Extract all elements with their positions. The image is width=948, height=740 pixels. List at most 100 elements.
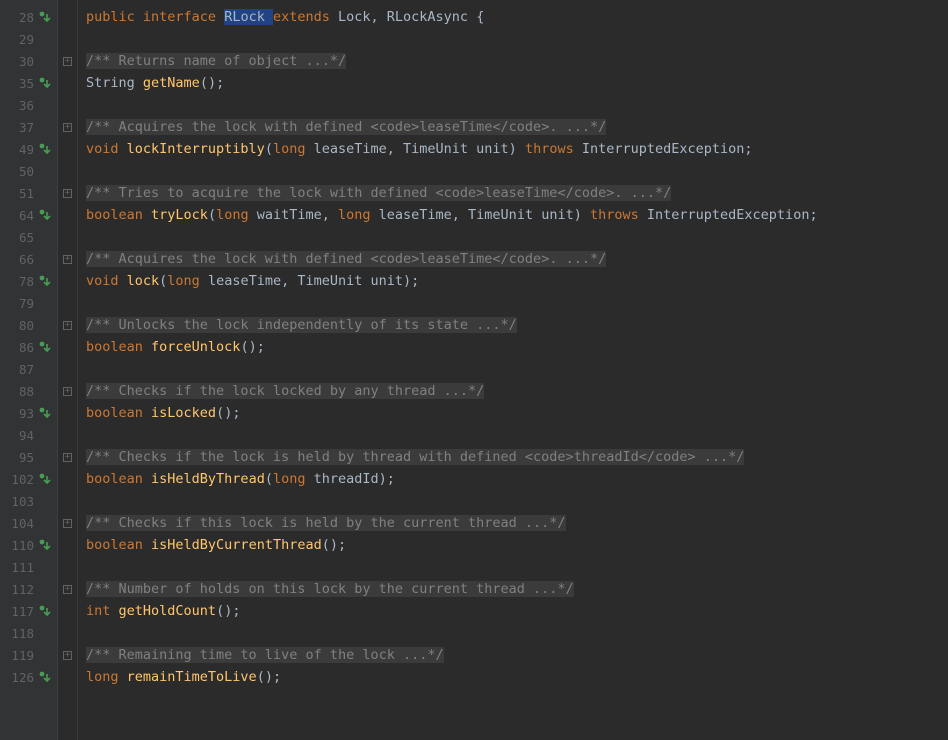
gutter-marker[interactable]	[37, 209, 53, 221]
gutter-row[interactable]: 37	[0, 116, 57, 138]
fold-row[interactable]: +	[58, 512, 77, 534]
code-line[interactable]: /** Unlocks the lock independently of it…	[86, 314, 948, 336]
code-line[interactable]	[86, 292, 948, 314]
gutter-marker[interactable]	[37, 605, 53, 617]
code-line[interactable]	[86, 28, 948, 50]
fold-expand-icon[interactable]: +	[63, 57, 72, 66]
fold-expand-icon[interactable]: +	[63, 189, 72, 198]
gutter-row[interactable]: 103	[0, 490, 57, 512]
gutter-row[interactable]: 30	[0, 50, 57, 72]
fold-row[interactable]: +	[58, 314, 77, 336]
gutter-row[interactable]: 64	[0, 204, 57, 226]
implementations-icon[interactable]	[39, 143, 51, 155]
gutter-row[interactable]: 94	[0, 424, 57, 446]
fold-expand-icon[interactable]: +	[63, 453, 72, 462]
code-line[interactable]: /** Checks if the lock is held by thread…	[86, 446, 948, 468]
code-line[interactable]	[86, 160, 948, 182]
fold-row[interactable]: +	[58, 248, 77, 270]
gutter-marker[interactable]	[37, 539, 53, 551]
code-line[interactable]	[86, 490, 948, 512]
gutter-marker[interactable]	[37, 77, 53, 89]
code-line[interactable]: /** Acquires the lock with defined <code…	[86, 116, 948, 138]
implementations-icon[interactable]	[39, 341, 51, 353]
gutter-marker[interactable]	[37, 11, 53, 23]
code-line[interactable]	[86, 226, 948, 248]
implementations-icon[interactable]	[39, 11, 51, 23]
code-line[interactable]	[86, 358, 948, 380]
implementations-icon[interactable]	[39, 671, 51, 683]
gutter-row[interactable]: 35	[0, 72, 57, 94]
fold-row[interactable]: +	[58, 182, 77, 204]
code-line[interactable]: void lockInterruptibly(long leaseTime, T…	[86, 138, 948, 160]
fold-expand-icon[interactable]: +	[63, 123, 72, 132]
gutter-row[interactable]: 50	[0, 160, 57, 182]
implementations-icon[interactable]	[39, 605, 51, 617]
gutter-marker[interactable]	[37, 671, 53, 683]
code-line[interactable]: /** Checks if the lock locked by any thr…	[86, 380, 948, 402]
gutter-row[interactable]: 95	[0, 446, 57, 468]
gutter-row[interactable]: 112	[0, 578, 57, 600]
gutter-row[interactable]: 28	[0, 6, 57, 28]
code-line[interactable]: /** Acquires the lock with defined <code…	[86, 248, 948, 270]
gutter-row[interactable]: 79	[0, 292, 57, 314]
gutter-row[interactable]: 111	[0, 556, 57, 578]
implementations-icon[interactable]	[39, 407, 51, 419]
code-line[interactable]: boolean forceUnlock();	[86, 336, 948, 358]
code-line[interactable]: void lock(long leaseTime, TimeUnit unit)…	[86, 270, 948, 292]
implementations-icon[interactable]	[39, 77, 51, 89]
implementations-icon[interactable]	[39, 539, 51, 551]
gutter-row[interactable]: 88	[0, 380, 57, 402]
implementations-icon[interactable]	[39, 473, 51, 485]
code-line[interactable]: /** Returns name of object ...*/	[86, 50, 948, 72]
code-line[interactable]: long remainTimeToLive();	[86, 666, 948, 688]
fold-row[interactable]: +	[58, 578, 77, 600]
fold-row[interactable]: +	[58, 644, 77, 666]
gutter-marker[interactable]	[37, 275, 53, 287]
code-line[interactable]: /** Tries to acquire the lock with defin…	[86, 182, 948, 204]
gutter-row[interactable]: 36	[0, 94, 57, 116]
fold-expand-icon[interactable]: +	[63, 519, 72, 528]
fold-row[interactable]: +	[58, 50, 77, 72]
gutter-row[interactable]: 87	[0, 358, 57, 380]
implementations-icon[interactable]	[39, 209, 51, 221]
gutter-row[interactable]: 102	[0, 468, 57, 490]
code-line[interactable]: /** Checks if this lock is held by the c…	[86, 512, 948, 534]
fold-row[interactable]: +	[58, 446, 77, 468]
gutter-row[interactable]: 110	[0, 534, 57, 556]
gutter-marker[interactable]	[37, 341, 53, 353]
gutter-row[interactable]: 93	[0, 402, 57, 424]
gutter-marker[interactable]	[37, 407, 53, 419]
code-line[interactable]	[86, 622, 948, 644]
gutter-row[interactable]: 65	[0, 226, 57, 248]
fold-row[interactable]: +	[58, 116, 77, 138]
code-line[interactable]	[86, 424, 948, 446]
code-line[interactable]: boolean isHeldByThread(long threadId);	[86, 468, 948, 490]
code-line[interactable]: /** Number of holds on this lock by the …	[86, 578, 948, 600]
code-area[interactable]: public interface RLock extends Lock, RLo…	[78, 0, 948, 740]
gutter-row[interactable]: 86	[0, 336, 57, 358]
gutter-row[interactable]: 126	[0, 666, 57, 688]
gutter-row[interactable]: 66	[0, 248, 57, 270]
gutter-row[interactable]: 104	[0, 512, 57, 534]
gutter-row[interactable]: 119	[0, 644, 57, 666]
gutter-row[interactable]: 117	[0, 600, 57, 622]
gutter-marker[interactable]	[37, 473, 53, 485]
fold-row[interactable]: +	[58, 380, 77, 402]
gutter-row[interactable]: 78	[0, 270, 57, 292]
code-line[interactable]: String getName();	[86, 72, 948, 94]
code-line[interactable]	[86, 556, 948, 578]
fold-expand-icon[interactable]: +	[63, 321, 72, 330]
implementations-icon[interactable]	[39, 275, 51, 287]
fold-expand-icon[interactable]: +	[63, 651, 72, 660]
code-line[interactable]: int getHoldCount();	[86, 600, 948, 622]
gutter-row[interactable]: 29	[0, 28, 57, 50]
gutter-marker[interactable]	[37, 143, 53, 155]
code-line[interactable]: boolean tryLock(long waitTime, long leas…	[86, 204, 948, 226]
code-editor[interactable]: 2829303536374950516465667879808687889394…	[0, 0, 948, 740]
fold-expand-icon[interactable]: +	[63, 387, 72, 396]
gutter-row[interactable]: 49	[0, 138, 57, 160]
fold-expand-icon[interactable]: +	[63, 585, 72, 594]
gutter-row[interactable]: 118	[0, 622, 57, 644]
code-line[interactable]	[86, 94, 948, 116]
fold-expand-icon[interactable]: +	[63, 255, 72, 264]
